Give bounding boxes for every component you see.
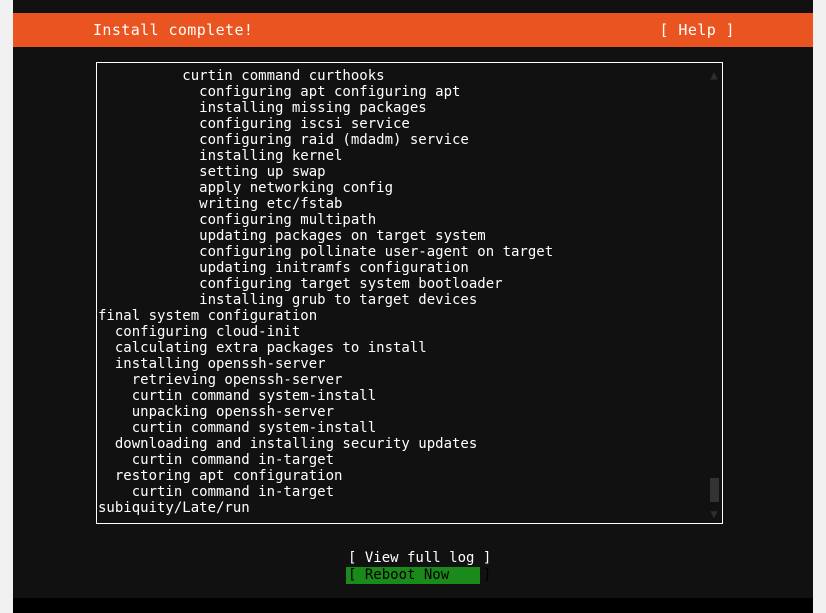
log-line: curtin command system-install <box>98 388 377 404</box>
log-line: curtin command system-install <box>98 420 377 436</box>
log-line: downloading and installing security upda… <box>98 436 478 452</box>
log-line: updating initramfs configuration <box>98 260 469 276</box>
scroll-down-arrow-icon[interactable]: ▼ <box>707 508 721 520</box>
log-line: curtin command curthooks <box>98 68 385 84</box>
log-line: final system configuration <box>98 308 318 324</box>
footer-buttons: [ View full log ][ Reboot Now ] <box>13 550 813 584</box>
installer-terminal: Install complete! [ Help ] curtin comman… <box>13 0 813 598</box>
log-line: installing missing packages <box>98 100 427 116</box>
help-button[interactable]: [ Help ] <box>660 13 735 47</box>
install-log-lines: curtin command curthooks configuring apt… <box>98 68 698 516</box>
log-line: curtin command in-target <box>98 452 335 468</box>
log-line: configuring apt configuring apt <box>98 84 461 100</box>
install-log-panel: curtin command curthooks configuring apt… <box>96 62 723 524</box>
scroll-up-arrow-icon[interactable]: ▲ <box>707 69 721 81</box>
view-full-log-button[interactable]: [ View full log ] <box>346 550 491 567</box>
reboot-now-button[interactable]: [ Reboot Now ] <box>346 567 491 584</box>
log-line: installing kernel <box>98 148 343 164</box>
page-title: Install complete! <box>93 21 254 39</box>
log-line: unpacking openssh-server <box>98 404 335 420</box>
header-bar: Install complete! [ Help ] <box>13 13 813 47</box>
log-line: setting up swap <box>98 164 326 180</box>
log-line: calculating extra packages to install <box>98 340 427 356</box>
terminal-bottom-strip <box>13 598 813 613</box>
log-line: installing openssh-server <box>98 356 326 372</box>
log-line: configuring pollinate user-agent on targ… <box>98 244 554 260</box>
log-line: configuring raid (mdadm) service <box>98 132 469 148</box>
log-line: subiquity/Late/run <box>98 500 250 516</box>
log-line: writing etc/fstab <box>98 196 343 212</box>
log-line: curtin command in-target <box>98 484 335 500</box>
log-line: configuring cloud-init <box>98 324 301 340</box>
log-line: retrieving openssh-server <box>98 372 343 388</box>
log-line: installing grub to target devices <box>98 292 478 308</box>
log-line: configuring target system bootloader <box>98 276 503 292</box>
log-line: configuring iscsi service <box>98 116 410 132</box>
log-line: apply networking config <box>98 180 394 196</box>
scrollbar-thumb[interactable] <box>710 478 719 502</box>
log-line: configuring multipath <box>98 212 377 228</box>
log-scrollbar[interactable]: ▲ ▼ <box>707 64 721 523</box>
log-line: updating packages on target system <box>98 228 486 244</box>
log-line: restoring apt configuration <box>98 468 343 484</box>
